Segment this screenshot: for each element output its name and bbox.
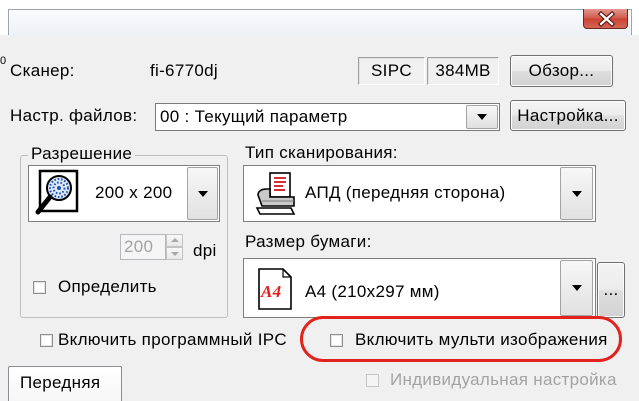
- spin-up-button: [166, 234, 183, 247]
- scanner-model: fi-6770dj: [150, 61, 218, 80]
- tab-label: Передняя: [20, 373, 101, 392]
- checkbox-label[interactable]: Определить: [58, 277, 157, 297]
- scan-type-label: Тип сканирования:: [245, 143, 398, 162]
- dropdown-arrow-icon: [477, 114, 487, 120]
- browse-button[interactable]: Обзор...: [510, 55, 613, 87]
- scanner-label: Сканер:: [10, 61, 75, 80]
- resolution-group-title: Разрешение: [28, 144, 136, 164]
- paper-size-value: A4 (210x297 мм): [305, 282, 440, 301]
- interface-indicator: SIPC: [358, 57, 425, 85]
- individual-settings-checkbox: Индивидуальная настройка: [366, 370, 617, 390]
- scanner-settings-dialog: 0 Сканер: fi-6770dj SIPC 384MB Обзор... …: [0, 0, 639, 401]
- dpi-unit-label: dpi: [193, 241, 217, 260]
- file-settings-value: 00 : Текущий параметр: [160, 107, 348, 126]
- spin-down-button: [166, 247, 183, 260]
- checkbox-box[interactable]: [40, 333, 53, 347]
- paper-size-dropdown[interactable]: A4 A4 (210x297 мм): [243, 258, 596, 318]
- setup-button[interactable]: Настройка...: [510, 100, 626, 131]
- dropdown-arrow-icon: [571, 285, 582, 291]
- spin-down-arrow-icon: [171, 252, 179, 256]
- checkbox-label[interactable]: Включить программный IPC: [58, 330, 287, 350]
- resolution-dropdown[interactable]: 200 x 200: [28, 165, 220, 222]
- file-settings-dropdown[interactable]: 00 : Текущий параметр: [155, 103, 500, 131]
- dropdown-arrow-icon: [571, 190, 582, 197]
- file-settings-dropdown-button[interactable]: [466, 105, 498, 129]
- close-button[interactable]: [583, 9, 628, 29]
- paper-size-dropdown-button[interactable]: [560, 260, 593, 316]
- resolution-icon: [35, 169, 79, 215]
- custom-resolution-input: 200: [120, 234, 166, 260]
- scan-type-dropdown-button[interactable]: [560, 167, 593, 220]
- tab-front[interactable]: Передняя: [8, 366, 122, 401]
- resolution-dropdown-button[interactable]: [187, 167, 218, 220]
- paper-size-more-button[interactable]: ...: [597, 262, 625, 318]
- software-ipc-checkbox[interactable]: Включить программный IPC: [40, 330, 287, 350]
- dropdown-arrow-icon: [197, 190, 208, 197]
- scan-type-value: АПД (передняя сторона): [305, 183, 506, 202]
- checkbox-box: [366, 373, 379, 387]
- adf-scanner-icon: [255, 172, 296, 215]
- checkbox-box[interactable]: [33, 280, 46, 294]
- custom-resolution-spinner: [166, 234, 183, 260]
- close-icon: [597, 10, 616, 28]
- cropped-glyph: 0: [0, 55, 7, 67]
- spin-up-arrow-icon: [171, 238, 179, 242]
- file-settings-label: Настр. файлов:: [10, 106, 138, 125]
- title-bar: [8, 9, 632, 35]
- paper-size-label: Размер бумаги:: [245, 232, 372, 251]
- highlight-ring: [300, 316, 622, 362]
- resolution-value: 200 x 200: [95, 183, 173, 202]
- paper-icon-text: A4: [260, 282, 281, 301]
- checkbox-label: Индивидуальная настройка: [390, 370, 617, 389]
- paper-a4-icon: A4: [258, 268, 292, 310]
- detect-resolution-checkbox[interactable]: Определить: [33, 277, 157, 297]
- scan-type-dropdown[interactable]: АПД (передняя сторона): [243, 165, 596, 222]
- memory-indicator: 384MB: [427, 57, 499, 85]
